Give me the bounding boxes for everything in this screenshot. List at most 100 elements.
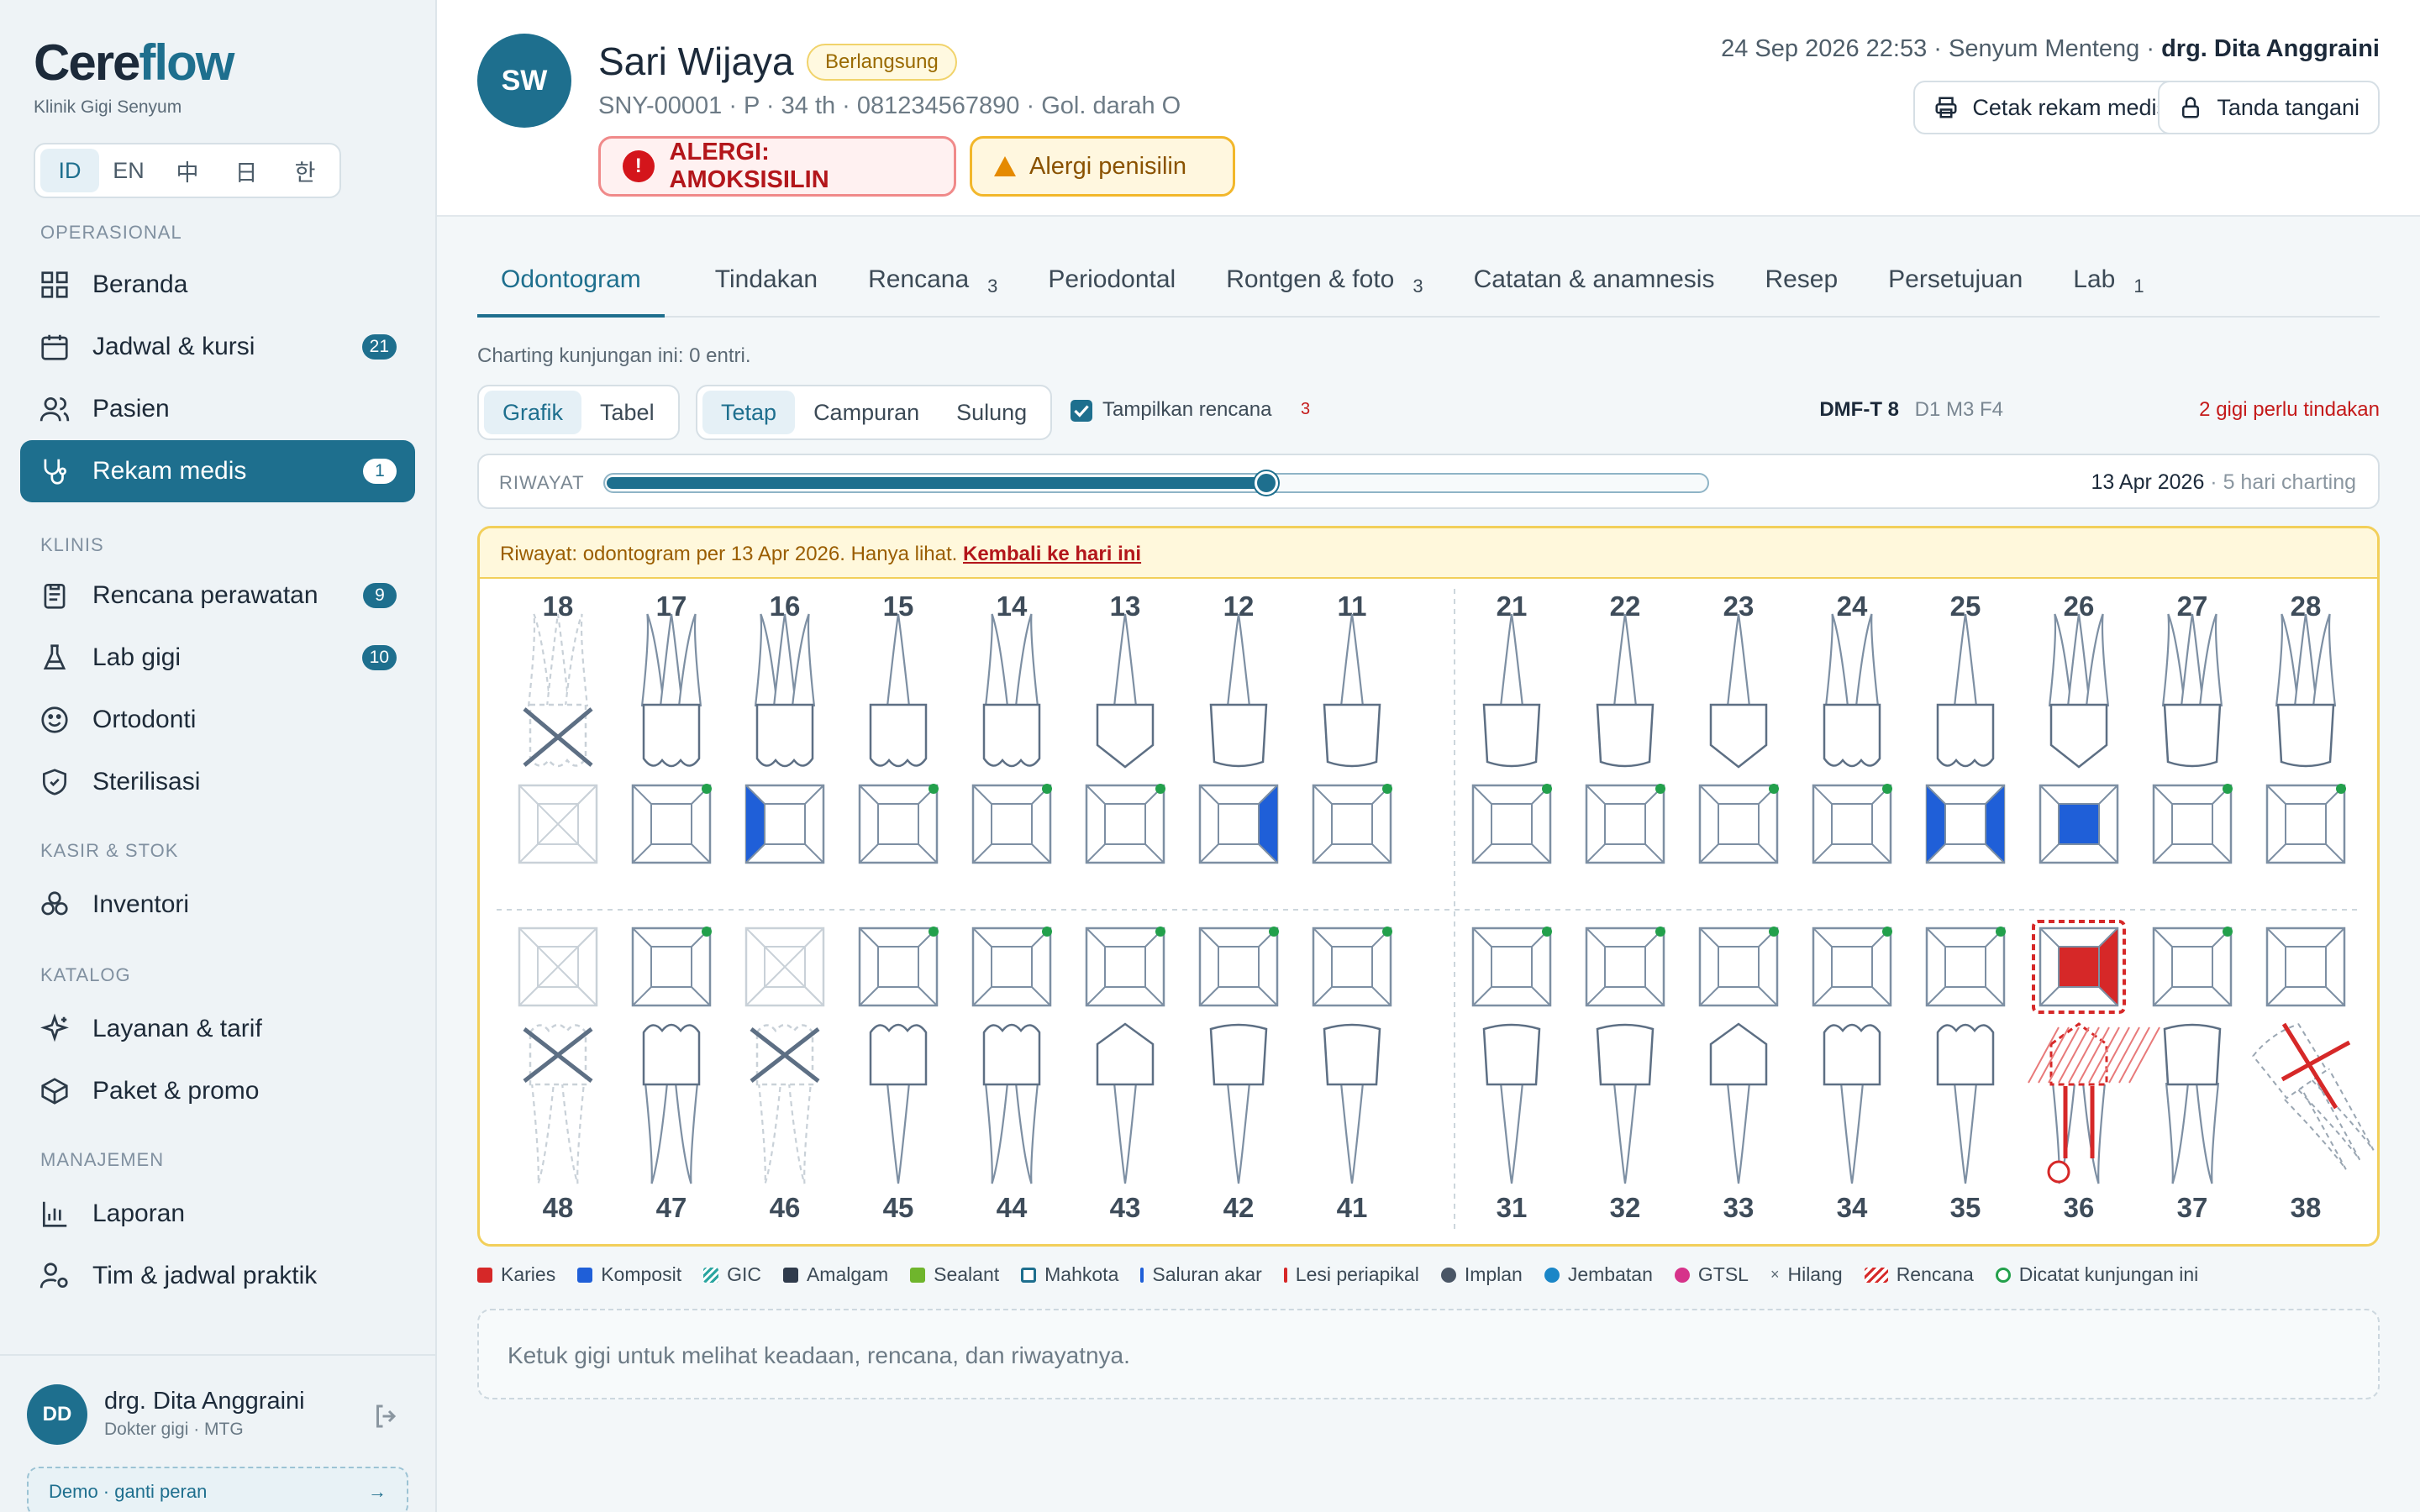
lang-3[interactable]: 日 [217,149,276,192]
sidebar-item-lab-gigi[interactable]: Lab gigi 10 [20,627,415,689]
tooth-16[interactable]: 16 [744,591,825,864]
dentition-campuran[interactable]: Campuran [795,391,938,434]
tooth-48[interactable]: 48 [518,927,598,1223]
tooth-43[interactable]: 43 [1085,927,1165,1223]
sidebar-item-rekam-medis[interactable]: Rekam medis 1 [20,440,415,502]
demo-switch-role-button[interactable]: Demo · ganti peran → [27,1467,408,1512]
sidebar-item-ortodonti[interactable]: Ortodonti [20,689,415,751]
user-avatar: DD [27,1384,87,1445]
lang-1[interactable]: EN [99,149,158,192]
tooth-47[interactable]: 47 [631,927,712,1223]
legend-item: GIC [703,1263,761,1286]
show-plan-checkbox[interactable] [1071,400,1092,422]
tooth-45[interactable]: 45 [858,927,939,1223]
sidebar-item-tim-jadwal-praktik[interactable]: Tim & jadwal praktik [20,1245,415,1307]
tab-rontgen-foto[interactable]: Rontgen & foto 3 [1226,260,1423,318]
shield-icon [42,769,67,795]
tooth-12[interactable]: 12 [1198,591,1279,864]
tooth-31[interactable]: 31 [1471,927,1552,1223]
tooth-36[interactable]: 36 [2028,920,2160,1223]
tooth-26[interactable]: 26 [2039,591,2119,864]
lang-0[interactable]: ID [40,149,99,192]
dmft-detail: D1 M3 F4 [1914,398,2003,421]
tooth-25[interactable]: 25 [1925,591,2006,864]
sidebar-item-laporan[interactable]: Laporan [20,1183,415,1245]
tooth-23[interactable]: 23 [1698,591,1779,864]
tooth-35[interactable]: 35 [1925,927,2006,1223]
tab-tindakan[interactable]: Tindakan [715,260,818,318]
tooth-21[interactable]: 21 [1471,591,1552,864]
tooth-27[interactable]: 27 [2152,591,2233,864]
sign-button[interactable]: Tanda tangani [2158,81,2380,134]
tooth-18[interactable]: 18 [518,591,598,864]
sidebar-item-badge: 21 [361,334,397,360]
tab-odontogram[interactable]: Odontogram [477,260,665,318]
allergy-alert-primary[interactable]: ! ALERGI: AMOKSISILIN [598,136,956,197]
legend-swatch [703,1267,719,1283]
sidebar-item-beranda[interactable]: Beranda [20,254,415,316]
clipboard-icon [44,583,66,609]
history-slider-handle[interactable] [1255,471,1279,495]
tooth-46[interactable]: 46 [744,927,825,1223]
legend-label: Komposit [601,1263,682,1285]
user-role: Dokter gigi · MTG [104,1420,244,1439]
odontogram-svg: 18 17 16 15 14 13 12 11 21 22 23 24 25 26 27 28 48 47 46 45… [497,589,2377,1231]
tab-lab[interactable]: Lab 1 [2073,260,2144,318]
allergy-alert-secondary[interactable]: Alergi penisilin [970,136,1235,197]
view-tabel[interactable]: Tabel [581,391,673,434]
teeth-needing-action[interactable]: 2 gigi perlu tindakan [2199,398,2380,422]
tab-catatan-anamnesis[interactable]: Catatan & anamnesis [1474,260,1715,318]
sidebar-item-layanan-tarif[interactable]: Layanan & tarif [20,998,415,1060]
sidebar-item-rencana-perawatan[interactable]: Rencana perawatan 9 [20,564,415,627]
dentition-sulung[interactable]: Sulung [938,391,1045,434]
sidebar-item-label: Sterilisasi [92,768,201,795]
tooth-14[interactable]: 14 [971,591,1052,864]
stethoscope-icon [44,459,67,485]
lang-4[interactable]: 한 [276,149,334,192]
tab-count: 3 [1413,276,1423,297]
view-grafik[interactable]: Grafik [484,391,582,434]
history-slider[interactable] [603,471,1709,495]
logout-icon[interactable] [371,1401,402,1431]
tooth-37[interactable]: 37 [2152,927,2233,1223]
tooth-33[interactable]: 33 [1698,927,1779,1223]
legend-label: GIC [727,1263,761,1285]
brand-logo[interactable]: Cereflow [34,34,234,92]
tooth-44[interactable]: 44 [971,927,1052,1223]
sidebar-item-badge: 9 [363,583,397,608]
tooth-34[interactable]: 34 [1812,927,1892,1223]
dentition-tetap[interactable]: Tetap [702,391,796,434]
sidebar-item-pasien[interactable]: Pasien [20,378,415,440]
tooth-15[interactable]: 15 [858,591,939,864]
tooth-17[interactable]: 17 [631,591,712,864]
sidebar-item-paket-promo[interactable]: Paket & promo [20,1060,415,1122]
sidebar-item-jadwal-kursi[interactable]: Jadwal & kursi 21 [20,316,415,378]
show-plan-label[interactable]: Tampilkan rencana [1102,398,1271,422]
tab-resep[interactable]: Resep [1765,260,1838,318]
sidebar-item-sterilisasi[interactable]: Sterilisasi [20,751,415,813]
legend-swatch [1674,1267,1690,1283]
tooth-number: 41 [1337,1192,1368,1223]
legend-swatch [1440,1267,1456,1283]
tooth-13[interactable]: 13 [1085,591,1165,864]
tooth-22[interactable]: 22 [1585,591,1665,864]
users-icon [39,396,70,422]
tooth-32[interactable]: 32 [1585,927,1665,1223]
sidebar-item-label: Ortodonti [92,706,197,733]
tooth-11[interactable]: 11 [1312,591,1392,864]
tab-periodontal[interactable]: Periodontal [1048,260,1176,318]
tooth-24[interactable]: 24 [1812,591,1892,864]
tooth-38[interactable]: 38 [2251,927,2377,1223]
tooth-42[interactable]: 42 [1198,927,1279,1223]
tooth-41[interactable]: 41 [1312,927,1392,1223]
tab-rencana[interactable]: Rencana 3 [868,260,997,318]
tooth-28[interactable]: 28 [2265,591,2346,864]
sidebar-item-inventori[interactable]: Inventori [20,874,415,936]
print-record-button[interactable]: Cetak rekam medis [1913,81,2188,134]
back-to-today-link[interactable]: Kembali ke hari ini [963,543,1141,565]
history-date: 13 Apr 2026 · 5 hari charting [2091,470,2356,495]
package-icon [41,1078,68,1105]
tab-persetujuan[interactable]: Persetujuan [1888,260,2023,318]
brand-name-b: flow [139,34,234,91]
lang-2[interactable]: 中 [158,149,217,192]
